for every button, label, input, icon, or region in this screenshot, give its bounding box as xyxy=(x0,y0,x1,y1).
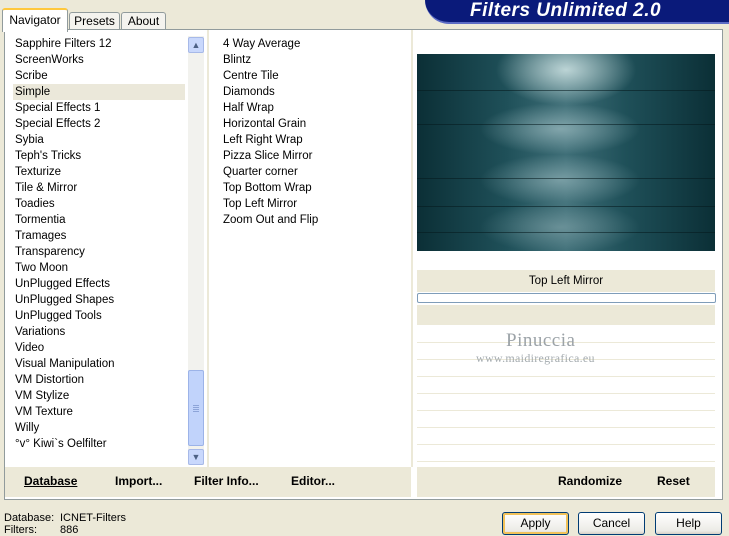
filter-item[interactable]: Pizza Slice Mirror xyxy=(221,148,406,164)
cancel-button[interactable]: Cancel xyxy=(578,512,645,535)
category-item[interactable]: ScreenWorks xyxy=(13,52,185,68)
category-item[interactable]: Two Moon xyxy=(13,260,185,276)
filter-item-label: 4 Way Average xyxy=(223,38,301,50)
filter-item-label: Half Wrap xyxy=(223,102,274,114)
reset-button[interactable]: Reset xyxy=(657,474,690,488)
filter-item[interactable]: Half Wrap xyxy=(221,100,406,116)
filter-item[interactable]: Centre Tile xyxy=(221,68,406,84)
category-item[interactable]: Video xyxy=(13,340,185,356)
tab-about[interactable]: About xyxy=(121,12,166,30)
filter-item[interactable]: Left Right Wrap xyxy=(221,132,406,148)
filter-item-label: Top Left Mirror xyxy=(223,198,298,210)
watermark-url: www.maidiregrafica.eu xyxy=(476,351,595,365)
apply-button[interactable]: Apply xyxy=(502,512,569,535)
database-button[interactable]: Database xyxy=(24,474,77,488)
parameter-row xyxy=(417,445,715,462)
filter-info-button[interactable]: Filter Info... xyxy=(194,474,259,488)
category-item[interactable]: Visual Manipulation xyxy=(13,356,185,372)
category-item[interactable]: Tramages xyxy=(13,228,185,244)
preview-spacer xyxy=(417,305,715,325)
category-item[interactable]: VM Stylize xyxy=(13,388,185,404)
filter-item[interactable]: Horizontal Grain xyxy=(221,116,406,132)
filter-item[interactable]: Quarter corner xyxy=(221,164,406,180)
category-item[interactable]: Willy xyxy=(13,420,185,436)
import-button[interactable]: Import... xyxy=(115,474,162,488)
category-item[interactable]: VM Texture xyxy=(13,404,185,420)
status-filters-value: 886 xyxy=(60,524,79,536)
filter-item[interactable]: Top Left Mirror xyxy=(221,196,406,212)
filter-item-label: Quarter corner xyxy=(223,166,298,178)
column-divider xyxy=(411,30,413,467)
parameter-row xyxy=(417,377,715,394)
category-item[interactable]: UnPlugged Shapes xyxy=(13,292,185,308)
filter-item-label: Centre Tile xyxy=(223,70,279,82)
category-item[interactable]: UnPlugged Tools xyxy=(13,308,185,324)
status-database-label: Database: xyxy=(4,512,55,524)
status-filters-label: Filters: xyxy=(4,524,37,536)
category-item[interactable]: Variations xyxy=(13,324,185,340)
category-list[interactable]: Sapphire Filters 12 ScreenWorks Scribe Simp… xyxy=(13,36,185,452)
randomize-button[interactable]: Randomize xyxy=(558,474,622,488)
progress-bar xyxy=(417,293,716,303)
column-divider xyxy=(207,30,209,467)
category-item[interactable]: Sybia xyxy=(13,132,185,148)
category-item[interactable]: Transparency xyxy=(13,244,185,260)
filter-item-label: Horizontal Grain xyxy=(223,118,307,130)
filter-item[interactable]: Blintz xyxy=(221,52,406,68)
category-item[interactable]: Tormentia xyxy=(13,212,185,228)
filter-item[interactable]: Top Bottom Wrap xyxy=(221,180,406,196)
category-item[interactable]: Special Effects 2 xyxy=(13,116,185,132)
app-title: Filters Unlimited 2.0 xyxy=(470,0,662,21)
filter-item-label: Pizza Slice Mirror xyxy=(223,150,313,162)
category-item[interactable]: Tile & Mirror xyxy=(13,180,185,196)
category-item[interactable]: VM Distortion xyxy=(13,372,185,388)
filter-list[interactable]: 4 Way Average Blintz Centre Tile Diamonds Ha… xyxy=(221,36,406,228)
scroll-down-button[interactable]: ▼ xyxy=(188,449,204,465)
filter-item[interactable]: 4 Way Average xyxy=(221,36,406,52)
category-item[interactable]: Scribe xyxy=(13,68,185,84)
tab-navigator[interactable]: Navigator xyxy=(2,8,68,32)
filter-item-label: Blintz xyxy=(223,54,252,66)
parameter-row xyxy=(417,428,715,445)
selected-filter-name: Top Left Mirror xyxy=(417,270,715,292)
help-button[interactable]: Help xyxy=(655,512,722,535)
scroll-up-button[interactable]: ▲ xyxy=(188,37,204,53)
preview-image xyxy=(417,54,715,251)
filter-item[interactable]: Diamonds xyxy=(221,84,406,100)
filter-item[interactable]: Zoom Out and Flip xyxy=(221,212,406,228)
category-item[interactable]: Teph's Tricks xyxy=(13,148,185,164)
category-item[interactable]: Special Effects 1 xyxy=(13,100,185,116)
category-item[interactable]: °v° Kiwi`s Oelfilter xyxy=(13,436,185,452)
editor-button[interactable]: Editor... xyxy=(291,474,335,488)
category-item[interactable]: Simple xyxy=(13,84,185,100)
watermark-name: Pinuccia xyxy=(506,330,576,351)
filter-item-label: Top Bottom Wrap xyxy=(223,182,312,194)
filter-item-label: Diamonds xyxy=(223,86,275,98)
category-item[interactable]: Texturize xyxy=(13,164,185,180)
parameter-row xyxy=(417,411,715,428)
category-item[interactable]: Toadies xyxy=(13,196,185,212)
filter-item-label: Left Right Wrap xyxy=(223,134,303,146)
parameter-row xyxy=(417,394,715,411)
filter-item-label: Zoom Out and Flip xyxy=(223,214,319,226)
status-database-value: ICNET-Filters xyxy=(60,512,126,524)
category-item[interactable]: UnPlugged Effects xyxy=(13,276,185,292)
category-item[interactable]: Sapphire Filters 12 xyxy=(13,36,185,52)
scrollbar-thumb[interactable] xyxy=(188,370,204,446)
tab-presets[interactable]: Presets xyxy=(69,12,120,30)
